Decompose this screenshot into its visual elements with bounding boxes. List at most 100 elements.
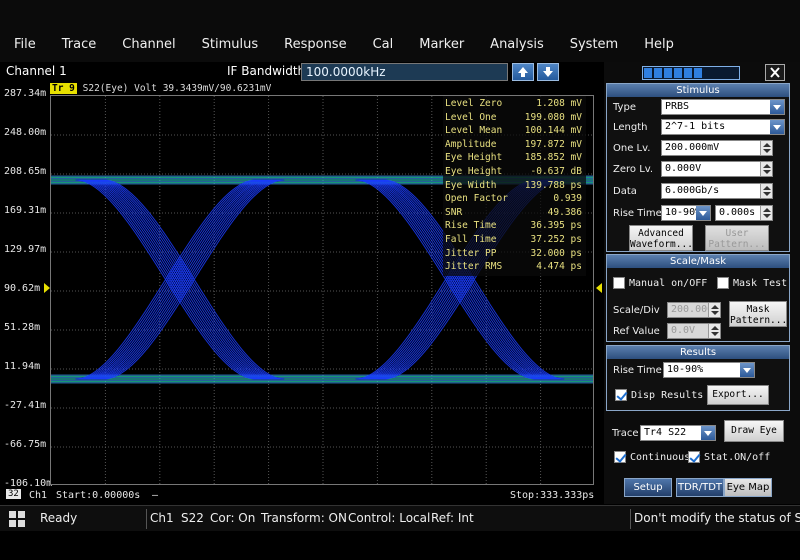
- mask-test-label: Mask Test: [733, 278, 788, 289]
- type-value: PRBS: [665, 101, 690, 112]
- y-axis-label: 208.65m: [4, 166, 47, 177]
- axis-dash: —: [152, 490, 159, 501]
- bottom-tabs: Setup TDR/TDT Eye Map: [606, 478, 790, 498]
- arrow-up-icon: [518, 67, 528, 77]
- menu-channel[interactable]: Channel: [108, 34, 187, 56]
- scale-div-label: Scale/Div: [613, 305, 660, 316]
- menu-bar: File Trace Channel Stimulus Response Cal Marke…: [0, 0, 800, 62]
- advanced-waveform-button[interactable]: Advanced Waveform...: [629, 225, 693, 251]
- stat-checkbox[interactable]: [688, 451, 700, 463]
- spin-icon[interactable]: [760, 141, 772, 155]
- close-button[interactable]: [765, 64, 785, 81]
- tab-setup[interactable]: Setup: [624, 478, 672, 497]
- user-pattern-button[interactable]: User Pattern...: [705, 225, 769, 251]
- status-correction: Cor: On: [210, 511, 256, 525]
- results-section: Results Rise Time 10-90% Disp Results Ex…: [606, 345, 790, 411]
- type-select[interactable]: PRBS: [661, 99, 785, 115]
- reference-marker-right[interactable]: [596, 283, 602, 293]
- y-axis-labels: 287.34m 248.00m 208.65m 169.31m 129.97m 90.62…: [0, 88, 52, 489]
- result-value: 4.474 ps: [536, 261, 582, 273]
- result-row: Fall Time 37.252 ps: [445, 234, 585, 247]
- export-button[interactable]: Export...: [707, 385, 769, 405]
- result-name: Rise Time: [445, 220, 497, 232]
- status-reference: Ref: Int: [431, 511, 474, 525]
- spin-icon[interactable]: [760, 206, 772, 220]
- menu-help[interactable]: Help: [630, 34, 686, 56]
- manual-label: Manual on/OFF: [629, 278, 708, 289]
- progress-fill: [644, 68, 704, 78]
- mask-test-checkbox[interactable]: [717, 277, 729, 289]
- status-bar: Ready Ch1 S22 Cor: On Transform: ON Cont…: [0, 505, 800, 531]
- draw-eye-button[interactable]: Draw Eye: [724, 420, 784, 442]
- zero-level-label: Zero Lv.: [613, 164, 654, 175]
- tab-eye-map[interactable]: Eye Map: [724, 478, 772, 497]
- stop-label: Stop:333.333ps: [510, 490, 595, 501]
- menu-stimulus[interactable]: Stimulus: [188, 34, 271, 56]
- if-bandwidth-down-button[interactable]: [537, 63, 559, 81]
- data-rate-input[interactable]: 6.000Gb/s: [661, 183, 773, 199]
- ref-value-input[interactable]: 0.0V: [667, 323, 721, 339]
- if-bandwidth-input[interactable]: 100.0000kHz: [301, 63, 508, 81]
- menu-marker[interactable]: Marker: [405, 34, 476, 56]
- if-bandwidth-up-button[interactable]: [512, 63, 534, 81]
- scale-mask-title: Scale/Mask: [607, 255, 789, 268]
- one-level-input[interactable]: 200.000mV: [661, 140, 773, 156]
- screen-bottom-bezel: [0, 531, 800, 560]
- menu-system[interactable]: System: [556, 34, 630, 56]
- result-value: 36.395 ps: [530, 220, 582, 232]
- disp-results-checkbox[interactable]: [615, 389, 627, 401]
- mask-pattern-button[interactable]: Mask Pattern...: [729, 301, 787, 327]
- reference-marker-left[interactable]: [44, 283, 50, 293]
- spin-icon[interactable]: [760, 184, 772, 198]
- chevron-down-icon: [740, 363, 754, 377]
- length-value: 2^7-1 bits: [665, 121, 726, 132]
- result-name: Amplitude: [445, 138, 497, 150]
- menu-file[interactable]: File: [0, 34, 48, 56]
- stim-rise-mode-select[interactable]: 10-90%: [661, 205, 711, 221]
- zero-level-input[interactable]: 0.000V: [661, 161, 773, 177]
- spin-icon[interactable]: [708, 324, 720, 338]
- result-name: Jitter RMS: [445, 261, 503, 273]
- result-value: 197.872 mV: [524, 138, 582, 150]
- eye-results-table: Level Zero 1.208 mV Level One 199.080 mV Lev…: [443, 96, 586, 276]
- result-name: Eye Height: [445, 166, 503, 177]
- spin-icon[interactable]: [708, 303, 720, 317]
- menu-analysis[interactable]: Analysis: [476, 34, 556, 56]
- trace-select[interactable]: Tr4 S22: [640, 425, 716, 441]
- scale-div-input[interactable]: 200.000: [667, 302, 721, 318]
- channel-title: Channel 1: [6, 64, 67, 78]
- stimulus-section: Stimulus Type PRBS Length 2^7-1 bits One…: [606, 83, 790, 252]
- length-select[interactable]: 2^7-1 bits: [661, 119, 785, 135]
- results-rise-time-select[interactable]: 10-90%: [663, 362, 755, 378]
- spin-icon[interactable]: [760, 162, 772, 176]
- status-transform: Transform: ON: [261, 511, 347, 525]
- result-name: Eye Width: [445, 179, 497, 191]
- menu-cal[interactable]: Cal: [359, 34, 406, 56]
- stim-rise-time-input[interactable]: 0.000s: [715, 205, 773, 221]
- continuous-checkbox[interactable]: [614, 451, 626, 463]
- ref-value-value: 0.0V: [671, 325, 696, 336]
- manual-checkbox[interactable]: [613, 277, 625, 289]
- result-value: 37.252 ps: [530, 234, 582, 245]
- trace-tag[interactable]: Tr 9: [50, 83, 77, 94]
- chevron-down-icon: [770, 100, 784, 114]
- results-rise-time-value: 10-90%: [667, 364, 704, 375]
- tab-tdr-tdt[interactable]: TDR/TDT: [676, 478, 724, 497]
- menu-trace[interactable]: Trace: [48, 34, 109, 56]
- arrow-down-icon: [543, 67, 553, 77]
- y-axis-label: 248.00m: [4, 127, 47, 138]
- start-label: Start:0.00000s: [56, 490, 141, 501]
- if-bandwidth-label: IF Bandwidth: [227, 64, 306, 78]
- result-value: 32.000 ps: [530, 247, 582, 259]
- result-name: SNR: [445, 206, 463, 218]
- type-label: Type: [613, 102, 636, 113]
- result-value: 0.939: [553, 193, 582, 205]
- scale-mask-section: Scale/Mask Manual on/OFF Mask Test Scale…: [606, 254, 790, 342]
- continuous-label: Continuous: [630, 452, 691, 463]
- windows-start-icon[interactable]: [9, 511, 25, 527]
- chevron-down-icon: [696, 206, 710, 220]
- progress-bar: [642, 66, 740, 80]
- stim-rise-time-value: 0.000s: [719, 207, 756, 218]
- zero-level-value: 0.000V: [665, 163, 702, 174]
- menu-response[interactable]: Response: [270, 34, 358, 56]
